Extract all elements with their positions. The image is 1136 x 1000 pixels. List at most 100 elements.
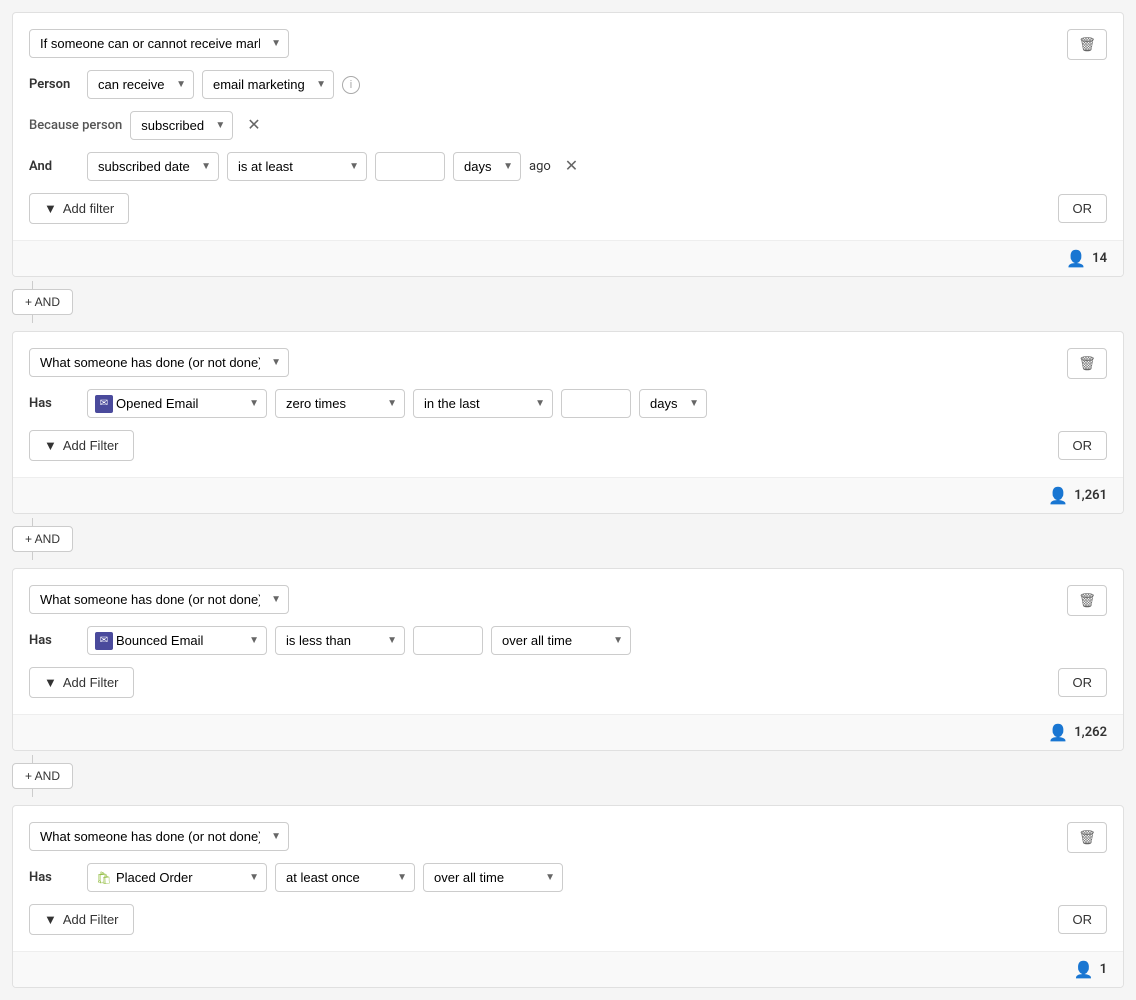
and-line-top-3 [32,755,33,763]
block-4-add-filter-button[interactable]: ▼ Add Filter [29,904,134,935]
block-1-can-receive-wrapper: can receive ▼ [87,70,194,99]
block-1-count-icon: 👤 [1066,249,1086,268]
block-4-frequency-select[interactable]: at least once [275,863,415,892]
filter-icon-3: ▼ [44,675,57,690]
block-1-date-close-button[interactable]: ✕ [559,157,584,177]
block-2-time-unit-wrapper: days ▼ [639,389,707,418]
and-connector-1: + AND [12,277,1124,327]
block-1-subscribed-date-wrapper: subscribed date ▼ [87,152,219,181]
block-2-timeframe-wrapper: in the last ▼ [413,389,553,418]
block-3-frequency-select[interactable]: is less than [275,626,405,655]
ago-label: ago [529,159,551,174]
block-2-count: 1,261 [1074,488,1107,503]
block-2-count-row: 👤 1,261 [13,477,1123,513]
block-2-inner: 🗑 What someone has done (or not done) ▼ … [13,332,1123,477]
block-1-footer: ▼ Add filter OR [29,193,1107,224]
block-1-or-button[interactable]: OR [1058,194,1108,223]
block-1-count-row: 👤 14 [13,240,1123,276]
block-4-type-select[interactable]: What someone has done (or not done) [29,822,289,851]
block-4-frequency-wrapper: at least once ▼ [275,863,415,892]
block-4-event-select[interactable]: Placed Order [87,863,267,892]
and-button-3[interactable]: + AND [12,763,73,789]
block-3-footer: ▼ Add Filter OR [29,667,1107,698]
add-filter-label-4: Add Filter [63,912,119,927]
delete-block-1-button[interactable]: 🗑 [1067,29,1107,60]
block-1-count: 14 [1092,251,1107,266]
block-1-number-input[interactable]: 60 [375,152,445,181]
block-4-timeframe-select[interactable]: over all time [423,863,563,892]
delete-block-4-button[interactable]: 🗑 [1067,822,1107,853]
block-3-count-row: 👤 1,262 [13,714,1123,750]
block-2-or-button[interactable]: OR [1058,431,1108,460]
block-2-footer: ▼ Add Filter OR [29,430,1107,461]
block-4-count-row: 👤 1 [13,951,1123,987]
block-1-add-filter-button[interactable]: ▼ Add filter [29,193,129,224]
block-2-count-icon: 👤 [1048,486,1068,505]
block-4-has-label: Has [29,870,79,885]
block-1-subscribed-date-select[interactable]: subscribed date [87,152,219,181]
block-3-add-filter-button[interactable]: ▼ Add Filter [29,667,134,698]
page-container: 🗑 If someone can or cannot receive marke… [0,0,1136,1000]
block-2-frequency-select[interactable]: zero times [275,389,405,418]
and-button-1[interactable]: + AND [12,289,73,315]
block-3-type-row: What someone has done (or not done) ▼ [29,585,1107,614]
block-2-event-select[interactable]: Opened Email [87,389,267,418]
block-1-type-row: If someone can or cannot receive marketi… [29,29,1107,58]
block-2-number-input[interactable]: 120 [561,389,631,418]
block-3-timeframe-select[interactable]: over all time [491,626,631,655]
block-1-type-select-wrapper: If someone can or cannot receive marketi… [29,29,289,58]
block-4-type-select-wrapper: What someone has done (or not done) ▼ [29,822,289,851]
block-2-timeframe-select[interactable]: in the last [413,389,553,418]
and-line-top-2 [32,518,33,526]
block-1-condition-select[interactable]: is at least [227,152,367,181]
block-1-type-select[interactable]: If someone can or cannot receive marketi… [29,29,289,58]
add-filter-label: Add filter [63,201,114,216]
delete-block-2-button[interactable]: 🗑 [1067,348,1107,379]
block-3-type-select[interactable]: What someone has done (or not done) [29,585,289,614]
block-1-because-close-button[interactable]: ✕ [241,116,266,136]
add-filter-label-2: Add Filter [63,438,119,453]
block-2-event-wrapper: ✉ Opened Email ▼ [87,389,267,418]
block-1-subscribed-wrapper: subscribed ▼ [130,111,233,140]
block-1-and-row: And subscribed date ▼ is at least ▼ 60 [29,152,1107,181]
block-2: 🗑 What someone has done (or not done) ▼ … [12,331,1124,514]
block-1-person-row: Person can receive ▼ email marketing ▼ i [29,70,1107,99]
block-3-timeframe-wrapper: over all time ▼ [491,626,631,655]
delete-block-3-button[interactable]: 🗑 [1067,585,1107,616]
block-4: 🗑 What someone has done (or not done) ▼ … [12,805,1124,988]
block-4-count: 1 [1100,962,1107,977]
block-2-type-select-wrapper: What someone has done (or not done) ▼ [29,348,289,377]
block-1-subscribed-select[interactable]: subscribed [130,111,233,140]
block-1-condition-wrapper: is at least ▼ [227,152,367,181]
and-line-top-1 [32,281,33,289]
filter-icon-2: ▼ [44,438,57,453]
block-1-time-unit-select[interactable]: days [453,152,521,181]
block-3-or-button[interactable]: OR [1058,668,1108,697]
filter-icon: ▼ [44,201,57,216]
and-button-2[interactable]: + AND [12,526,73,552]
block-2-add-filter-button[interactable]: ▼ Add Filter [29,430,134,461]
block-3-inner: 🗑 What someone has done (or not done) ▼ … [13,569,1123,714]
and-label: And [29,159,79,174]
info-icon[interactable]: i [342,76,360,94]
block-3-frequency-wrapper: is less than ▼ [275,626,405,655]
block-1-can-receive-select[interactable]: can receive [87,70,194,99]
because-label: Because person [29,118,122,133]
and-connector-2: + AND [12,514,1124,564]
block-4-timeframe-wrapper: over all time ▼ [423,863,563,892]
block-3-count-icon: 👤 [1048,723,1068,742]
block-3-has-row: Has ✉ Bounced Email ▼ is less than ▼ [29,626,1107,655]
block-3-event-wrapper: ✉ Bounced Email ▼ [87,626,267,655]
block-4-has-row: Has 🛍 Placed Order ▼ at least once ▼ [29,863,1107,892]
block-3-event-select[interactable]: Bounced Email [87,626,267,655]
block-1: 🗑 If someone can or cannot receive marke… [12,12,1124,277]
block-1-marketing-type-select[interactable]: email marketing [202,70,334,99]
block-2-time-unit-select[interactable]: days [639,389,707,418]
block-2-type-row: What someone has done (or not done) ▼ [29,348,1107,377]
block-2-has-row: Has ✉ Opened Email ▼ zero times ▼ [29,389,1107,418]
block-2-type-select[interactable]: What someone has done (or not done) [29,348,289,377]
block-3-number-input[interactable]: 5 [413,626,483,655]
block-4-or-button[interactable]: OR [1058,905,1108,934]
and-line-bottom-3 [32,789,33,797]
and-line-bottom-2 [32,552,33,560]
